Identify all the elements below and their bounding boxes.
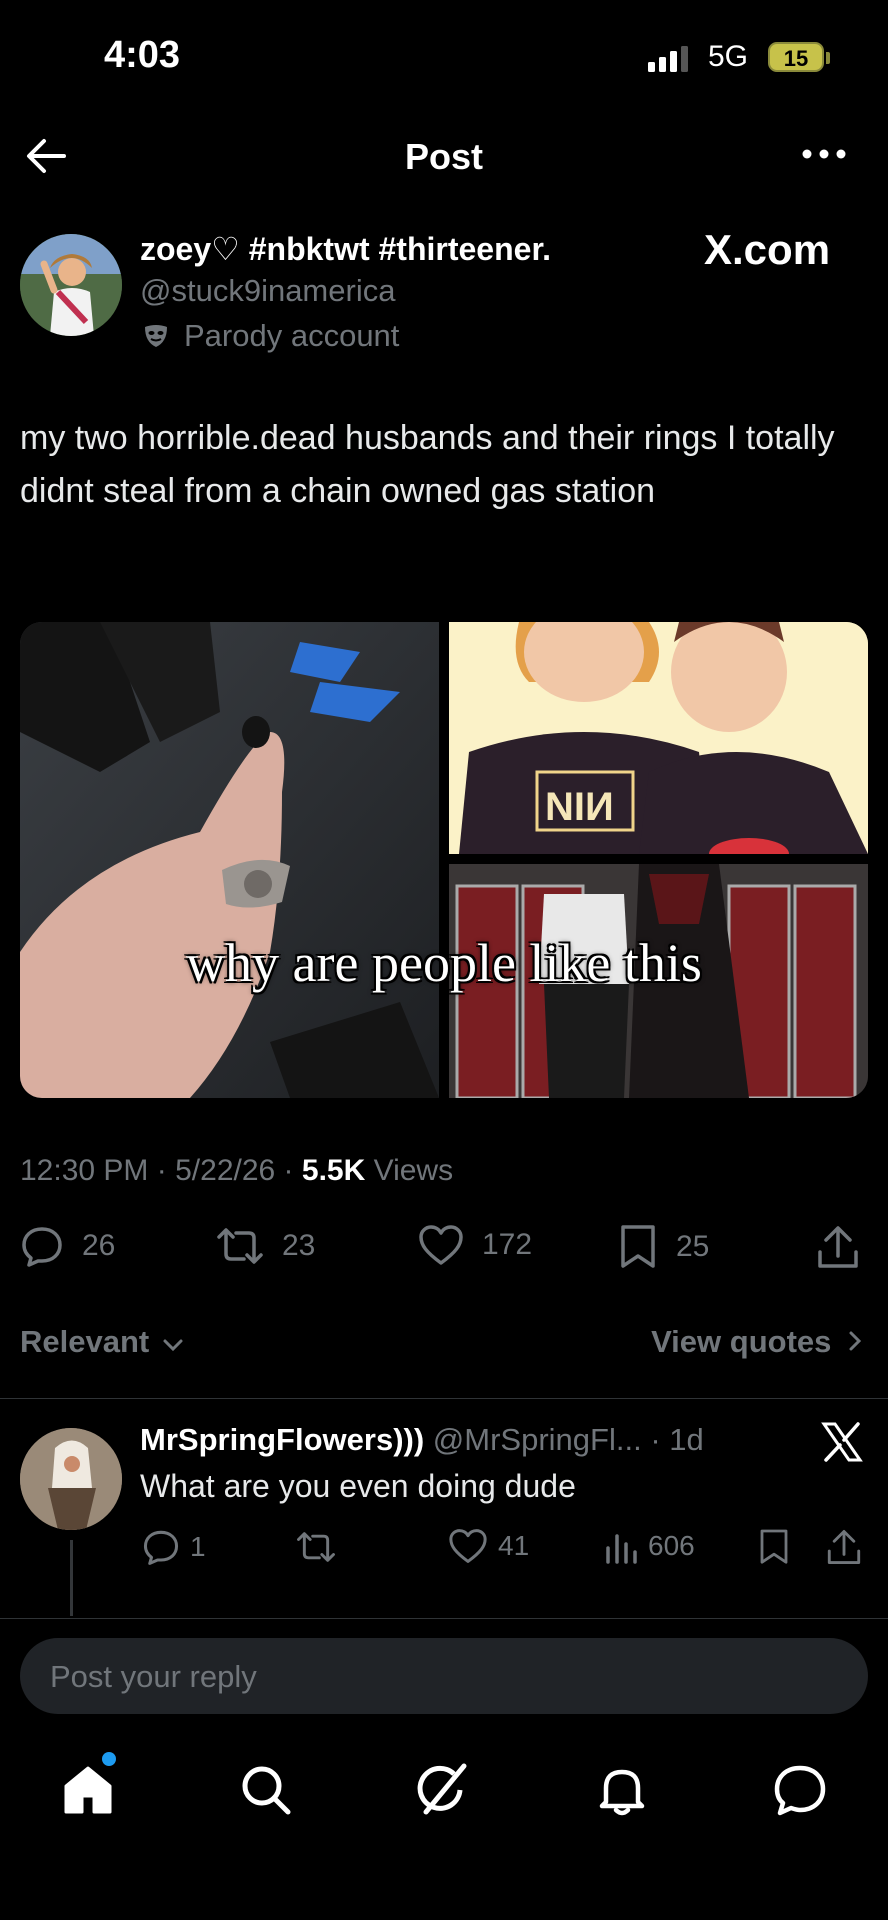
author-handle[interactable]: @stuck9inamerica [140, 273, 395, 309]
chevron-down-icon [163, 1339, 183, 1352]
bookmark-icon [621, 1225, 655, 1268]
reply-reply-count: 1 [190, 1531, 206, 1562]
battery-nub [826, 52, 830, 64]
sort-relevant-dropdown[interactable]: Relevant [20, 1324, 184, 1360]
reply-input[interactable] [48, 1638, 832, 1716]
reply-bookmark-button[interactable] [758, 1528, 800, 1566]
share-icon [827, 1530, 861, 1564]
repost-icon [217, 1228, 263, 1264]
thread-line [70, 1540, 73, 1616]
view-quotes-label: View quotes [651, 1324, 832, 1359]
media-photo-ring[interactable] [20, 622, 439, 1098]
post-actions: 26 23 172 25 [20, 1224, 868, 1274]
reply-like-count: 41 [498, 1530, 530, 1561]
network-label: 5G [708, 40, 749, 73]
bookmark-icon [760, 1529, 788, 1564]
reply-display-name[interactable]: MrSpringFlowers))) [140, 1422, 424, 1457]
reply-share-button[interactable] [826, 1528, 872, 1566]
author-avatar[interactable] [20, 234, 122, 336]
divider [0, 1398, 888, 1399]
repost-count: 23 [282, 1229, 316, 1262]
reply-repost-button[interactable] [296, 1528, 346, 1566]
reply-author[interactable]: MrSpringFlowers))) @MrSpringFl... · 1d [140, 1422, 704, 1458]
reply-count: 26 [82, 1229, 116, 1262]
post-timestamp: 12:30 PM · 5/22/26 · 5.5K Views [20, 1154, 453, 1188]
like-count: 172 [482, 1228, 533, 1261]
divider [0, 1618, 888, 1619]
x-logo-icon [821, 1422, 863, 1462]
share-icon [818, 1226, 858, 1268]
views-label: Views [373, 1154, 454, 1187]
share-button[interactable] [816, 1224, 878, 1270]
reply-button[interactable]: 26 [20, 1224, 115, 1268]
reply-handle[interactable]: @MrSpringFl... [433, 1422, 642, 1457]
author-display-name[interactable]: zoey♡ #nbktwt #thirteener. [140, 230, 551, 268]
parody-mask-icon [145, 325, 167, 347]
heart-icon [419, 1225, 463, 1265]
meta-separator: · [283, 1154, 294, 1187]
page-title: Post [404, 136, 483, 177]
post-text: my two horrible.dead husbands and their … [20, 419, 835, 510]
view-quotes-link[interactable]: View quotes [651, 1324, 862, 1360]
media-grid[interactable]: NIИ [20, 622, 868, 1098]
reply-text: What are you even doing dude [140, 1468, 576, 1504]
bookmark-count: 25 [676, 1230, 710, 1263]
repost-icon [297, 1532, 335, 1562]
reply-view-count: 606 [648, 1530, 695, 1561]
meta-separator: · [650, 1422, 661, 1457]
reply-like-button[interactable]: 41 [448, 1528, 529, 1564]
reply-avatar[interactable] [20, 1428, 122, 1530]
battery-icon: 15 [768, 42, 824, 72]
notification-dot [102, 1752, 116, 1766]
reply-icon [22, 1227, 62, 1267]
messages-icon[interactable] [770, 1760, 830, 1820]
repost-button[interactable]: 23 [216, 1224, 315, 1268]
notifications-icon[interactable] [592, 1760, 652, 1820]
post-time: 12:30 PM [20, 1154, 149, 1187]
svg-text:NIИ: NIИ [545, 785, 614, 829]
signal-icon [648, 46, 688, 72]
home-icon[interactable] [58, 1760, 118, 1820]
more-options-icon[interactable] [800, 142, 848, 166]
reply-views-button[interactable]: 606 [604, 1528, 695, 1564]
reply-composer[interactable] [20, 1638, 868, 1716]
chevron-right-icon [849, 1331, 862, 1351]
bookmark-button[interactable]: 25 [618, 1224, 709, 1270]
reply-reply-button[interactable]: 1 [142, 1528, 206, 1566]
post-date: 5/22/26 [175, 1154, 276, 1187]
status-time: 4:03 [104, 34, 181, 76]
sort-label: Relevant [20, 1324, 150, 1359]
parody-label: Parody account [142, 318, 399, 354]
parody-text: Parody account [184, 318, 400, 353]
heart-icon [449, 1529, 487, 1563]
grok-icon[interactable] [414, 1760, 474, 1820]
meta-separator: · [156, 1154, 167, 1187]
reply-icon [143, 1530, 179, 1565]
search-icon[interactable] [236, 1760, 296, 1820]
reply-age: 1d [669, 1422, 704, 1457]
post-views: 5.5K [301, 1154, 366, 1187]
media-caption: why are people like this [186, 933, 702, 993]
media-drawing-shirts[interactable]: NIИ [449, 622, 868, 854]
bottom-nav [0, 1750, 888, 1830]
like-button[interactable]: 172 [418, 1224, 532, 1266]
x-watermark: X.com [704, 226, 831, 273]
views-icon [606, 1534, 637, 1564]
